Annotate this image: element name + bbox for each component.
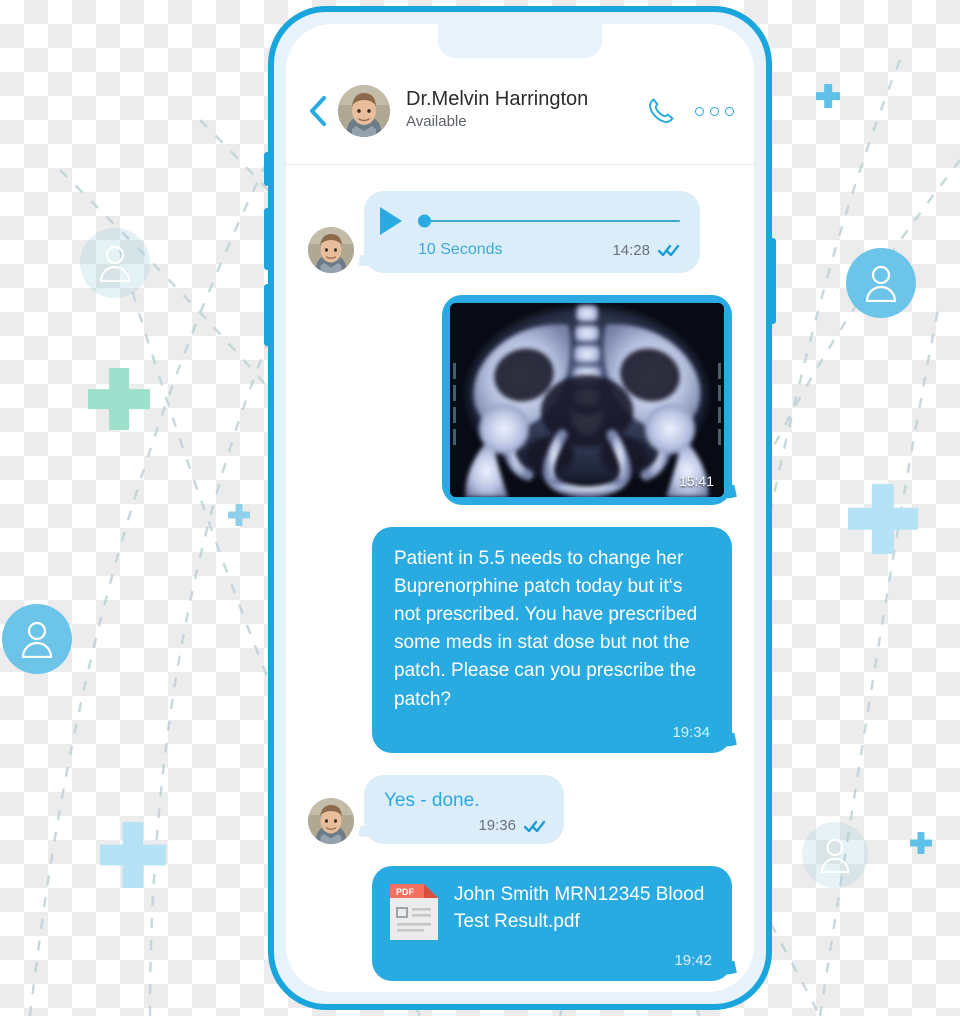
deco-avatar-top-right bbox=[846, 248, 916, 318]
bubble-tail bbox=[356, 826, 374, 844]
double-check-icon bbox=[658, 244, 680, 256]
audio-progress-slider[interactable] bbox=[418, 214, 680, 228]
contact-name: Dr.Melvin Harrington bbox=[406, 88, 589, 111]
audio-duration-label: 10 Seconds bbox=[418, 241, 503, 258]
sender-avatar[interactable] bbox=[308, 798, 354, 845]
message-row-text: Patient in 5.5 needs to change her Bupre… bbox=[308, 527, 732, 753]
reply-meta: 19:36 bbox=[384, 817, 546, 834]
deco-avatar-bottom-left bbox=[2, 604, 72, 674]
message-row-audio: 10 Seconds 14:28 bbox=[308, 191, 732, 273]
bubble-tail bbox=[719, 733, 739, 753]
deco-plus-small-bottom-right bbox=[910, 832, 932, 854]
file-attachment[interactable]: PDF John Smith MRN12345 Blood Test Resul… bbox=[388, 882, 712, 942]
phone-call-icon[interactable] bbox=[645, 95, 677, 127]
play-icon[interactable] bbox=[380, 207, 402, 235]
pelvis-xray-image[interactable]: 15:41 bbox=[450, 303, 724, 497]
message-row-attachment: PDF John Smith MRN12345 Blood Test Resul… bbox=[308, 866, 732, 982]
contact-info: Dr.Melvin Harrington Available bbox=[406, 88, 645, 134]
more-options-icon[interactable] bbox=[695, 106, 734, 116]
back-button[interactable] bbox=[306, 94, 330, 128]
person-icon bbox=[865, 265, 897, 302]
audio-meta: 10 Seconds 14:28 bbox=[380, 241, 680, 259]
bubble-tail bbox=[719, 961, 739, 981]
dot bbox=[710, 106, 719, 116]
deco-plus-small-top-right bbox=[816, 84, 840, 108]
message-text: Yes - done. bbox=[384, 789, 480, 811]
message-row-image: 15:41 bbox=[308, 295, 732, 505]
message-timestamp: 19:42 bbox=[674, 952, 712, 970]
header-actions bbox=[645, 95, 734, 127]
doctor-avatar-image bbox=[338, 85, 390, 137]
doctor-avatar-image bbox=[308, 798, 354, 845]
message-list[interactable]: 10 Seconds 14:28 15:41 Patient in 5.5 ne… bbox=[286, 165, 754, 992]
audio-player bbox=[380, 207, 680, 235]
message-text: Patient in 5.5 needs to change her Bupre… bbox=[394, 548, 698, 710]
contact-avatar[interactable] bbox=[338, 85, 390, 137]
file-message-bubble[interactable]: PDF John Smith MRN12345 Blood Test Resul… bbox=[372, 866, 732, 982]
deco-plus-big-right bbox=[848, 484, 918, 554]
person-icon bbox=[99, 245, 131, 282]
sender-avatar[interactable] bbox=[308, 227, 354, 273]
phone-power-button[interactable] bbox=[766, 238, 776, 324]
audio-progress-knob[interactable] bbox=[418, 214, 431, 228]
image-message-bubble[interactable]: 15:41 bbox=[442, 295, 732, 505]
phone-mute-switch[interactable] bbox=[264, 152, 274, 186]
pdf-file-icon: PDF bbox=[388, 882, 440, 942]
pdf-icon-graphic: PDF bbox=[390, 884, 438, 941]
bubble-tail bbox=[356, 255, 374, 273]
phone-notch bbox=[438, 24, 602, 58]
person-icon bbox=[21, 621, 53, 658]
message-row-reply: Yes - done. 19:36 bbox=[308, 774, 732, 845]
xray-graphic bbox=[450, 303, 724, 497]
phone-volume-down-button[interactable] bbox=[264, 284, 274, 346]
contact-status: Available bbox=[406, 113, 467, 131]
audio-status: 14:28 bbox=[612, 242, 680, 259]
audio-message-bubble[interactable]: 10 Seconds 14:28 bbox=[364, 191, 700, 273]
deco-plus-big-left-bottom bbox=[100, 822, 166, 888]
text-message-bubble[interactable]: Patient in 5.5 needs to change her Bupre… bbox=[372, 527, 732, 753]
deco-plus-green-left bbox=[88, 368, 150, 430]
doctor-avatar-image bbox=[308, 227, 354, 273]
phone-screen: Dr.Melvin Harrington Available 10 Second… bbox=[286, 24, 754, 992]
message-timestamp: 19:34 bbox=[672, 723, 710, 741]
dot bbox=[695, 106, 704, 116]
deco-avatar-top-left bbox=[80, 228, 150, 298]
phone-volume-up-button[interactable] bbox=[264, 208, 274, 270]
message-timestamp: 19:36 bbox=[478, 817, 516, 835]
deco-plus-small-left bbox=[228, 504, 250, 526]
pdf-label: PDF bbox=[396, 887, 415, 897]
phone-frame: Dr.Melvin Harrington Available 10 Second… bbox=[264, 6, 776, 1010]
double-check-icon bbox=[524, 820, 546, 832]
chat-header: Dr.Melvin Harrington Available bbox=[286, 58, 754, 165]
deco-avatar-bottom-right bbox=[802, 822, 868, 888]
reply-message-bubble[interactable]: Yes - done. 19:36 bbox=[364, 774, 564, 845]
person-icon bbox=[820, 838, 850, 873]
audio-track bbox=[418, 220, 680, 222]
message-timestamp: 15:41 bbox=[678, 473, 714, 489]
dot bbox=[725, 106, 734, 116]
message-timestamp: 14:28 bbox=[612, 241, 650, 259]
file-name: John Smith MRN12345 Blood Test Result.pd… bbox=[454, 884, 705, 933]
